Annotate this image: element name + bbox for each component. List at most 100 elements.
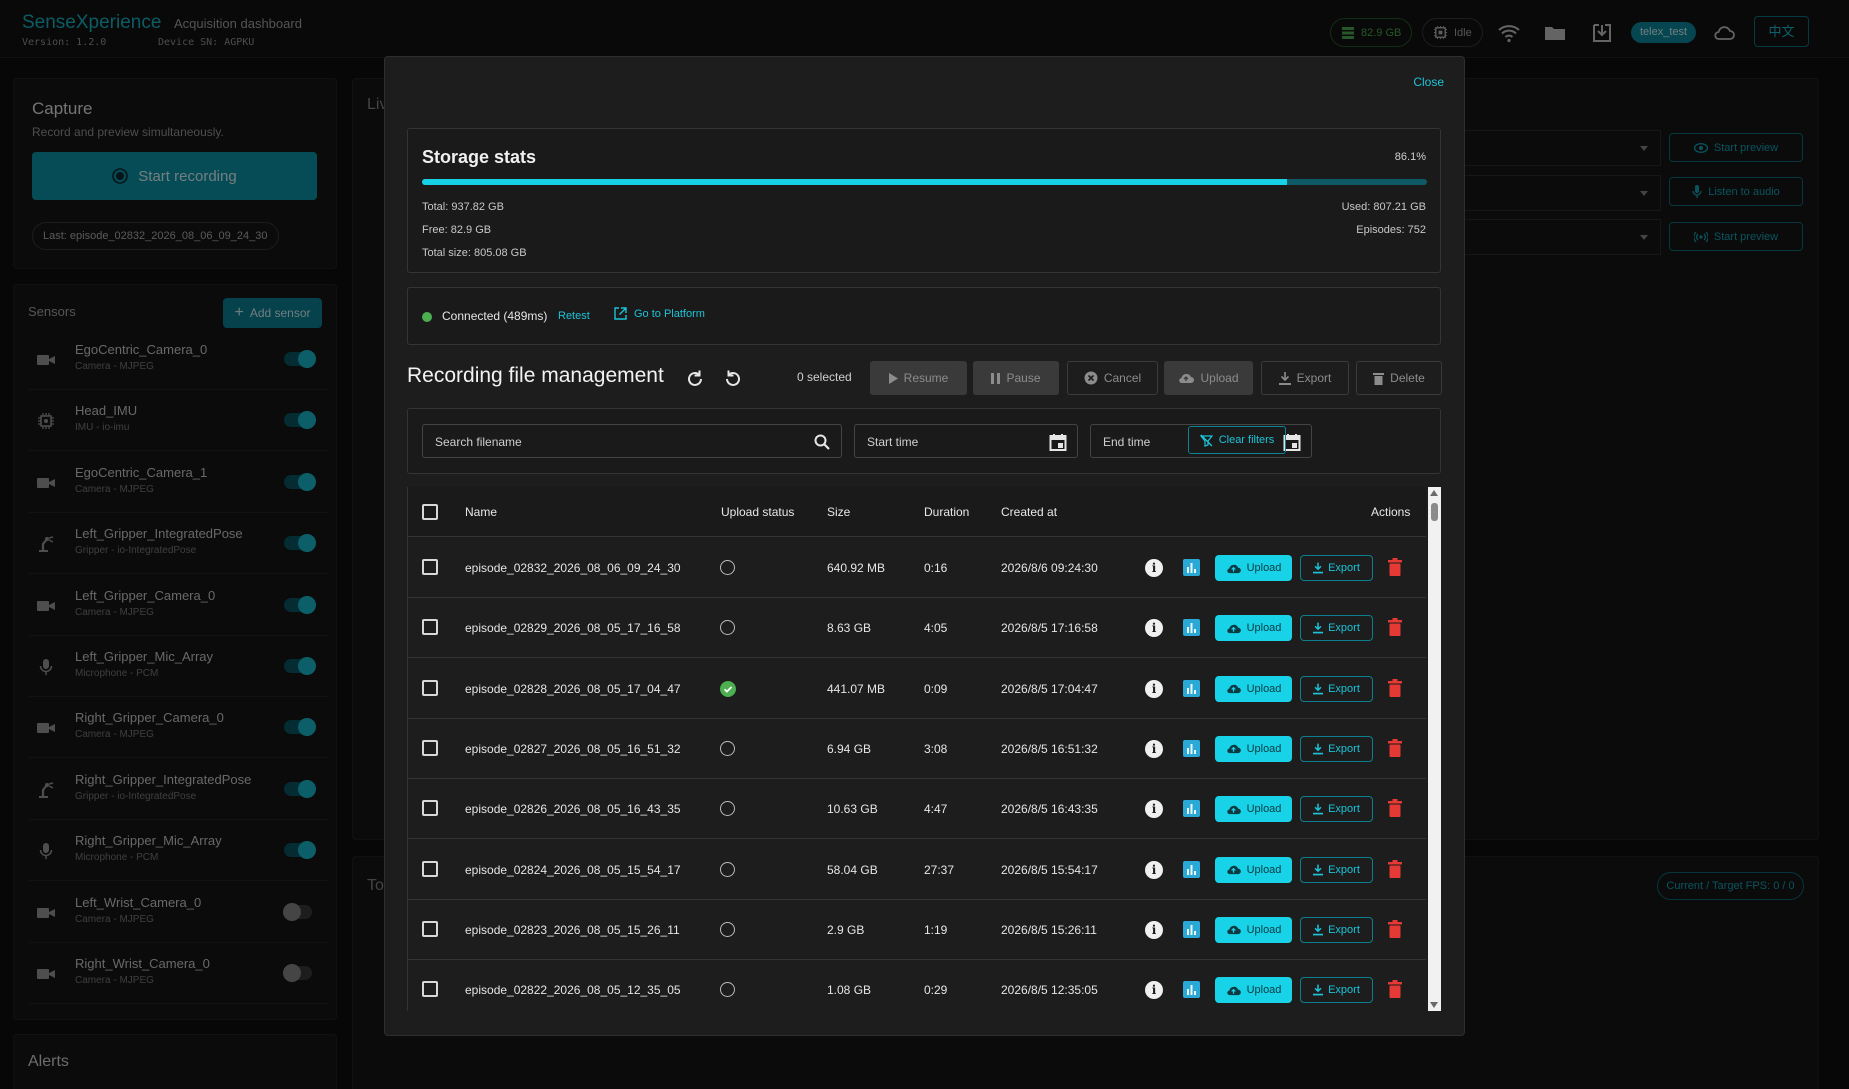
header-name[interactable]: Name bbox=[465, 505, 497, 519]
row-checkbox[interactable] bbox=[422, 619, 438, 636]
row-checkbox[interactable] bbox=[422, 800, 438, 817]
row-upload-button[interactable]: Upload bbox=[1215, 675, 1292, 702]
row-delete-icon[interactable] bbox=[1388, 980, 1402, 999]
table-row[interactable]: episode_02829_2026_08_05_17_16_58 8.63 GB… bbox=[408, 598, 1426, 659]
start-time-input[interactable]: Start time bbox=[854, 424, 1078, 458]
row-export-button[interactable]: Export bbox=[1300, 916, 1373, 943]
table-row[interactable]: episode_02822_2026_08_05_12_35_05 1.08 GB… bbox=[408, 960, 1426, 1011]
row-export-button[interactable]: Export bbox=[1300, 856, 1373, 883]
row-delete-icon[interactable] bbox=[1388, 618, 1402, 637]
info-icon[interactable]: i bbox=[1145, 559, 1163, 577]
row-size: 2.9 GB bbox=[827, 922, 865, 937]
row-delete-icon[interactable] bbox=[1388, 919, 1402, 938]
row-checkbox[interactable] bbox=[422, 679, 438, 696]
row-upload-label: Upload bbox=[1246, 622, 1282, 635]
table-row[interactable]: episode_02828_2026_08_05_17_04_47 441.07 … bbox=[408, 658, 1426, 719]
refresh-icon[interactable] bbox=[684, 368, 706, 390]
chart-icon[interactable] bbox=[1183, 981, 1200, 999]
cloud-upload-icon bbox=[1179, 373, 1195, 384]
retest-link[interactable]: Retest bbox=[558, 310, 590, 322]
table-row[interactable]: episode_02826_2026_08_05_16_43_35 10.63 G… bbox=[408, 779, 1426, 840]
row-checkbox[interactable] bbox=[422, 860, 438, 877]
row-export-button[interactable]: Export bbox=[1300, 615, 1373, 642]
header-duration[interactable]: Duration bbox=[924, 505, 969, 519]
chart-icon[interactable] bbox=[1183, 860, 1200, 878]
table-row[interactable]: episode_02832_2026_08_06_09_24_30 640.92 … bbox=[408, 538, 1426, 598]
info-icon[interactable]: i bbox=[1145, 619, 1163, 638]
row-export-button[interactable]: Export bbox=[1300, 735, 1373, 762]
export-all-button[interactable]: Export bbox=[1261, 361, 1349, 395]
row-upload-button[interactable]: Upload bbox=[1215, 856, 1292, 883]
row-export-button[interactable]: Export bbox=[1300, 796, 1373, 823]
row-upload-button[interactable]: Upload bbox=[1215, 977, 1292, 1004]
row-upload-button[interactable]: Upload bbox=[1215, 916, 1292, 943]
storage-total-size: Total size: 805.08 GB bbox=[422, 247, 527, 259]
row-size: 6.94 GB bbox=[827, 741, 872, 756]
row-export-label: Export bbox=[1328, 622, 1360, 635]
header-upload-status: Upload status bbox=[721, 505, 795, 519]
row-upload-button[interactable]: Upload bbox=[1215, 615, 1292, 642]
pause-label: Pause bbox=[1006, 371, 1041, 385]
row-upload-label: Upload bbox=[1246, 803, 1282, 816]
reset-icon[interactable] bbox=[722, 368, 744, 390]
row-delete-icon[interactable] bbox=[1388, 678, 1402, 697]
row-delete-icon[interactable] bbox=[1388, 738, 1402, 757]
header-created[interactable]: Created at bbox=[1001, 505, 1057, 519]
table-row[interactable]: episode_02824_2026_08_05_15_54_17 58.04 G… bbox=[408, 839, 1426, 900]
row-export-button[interactable]: Export bbox=[1300, 555, 1373, 581]
info-icon[interactable]: i bbox=[1145, 739, 1163, 758]
table-row[interactable]: episode_02823_2026_08_05_15_26_11 2.9 GB 1… bbox=[408, 899, 1426, 960]
pause-button[interactable]: Pause bbox=[973, 361, 1059, 395]
resume-button[interactable]: Resume bbox=[870, 361, 967, 395]
chart-icon[interactable] bbox=[1183, 559, 1200, 576]
not-uploaded-icon bbox=[720, 560, 735, 575]
info-icon[interactable]: i bbox=[1145, 920, 1163, 939]
info-icon[interactable]: i bbox=[1145, 679, 1163, 698]
chart-icon[interactable] bbox=[1183, 619, 1200, 637]
chart-icon[interactable] bbox=[1183, 679, 1200, 697]
row-upload-button[interactable]: Upload bbox=[1215, 796, 1292, 823]
search-icon bbox=[812, 432, 832, 452]
table-row[interactable]: episode_02827_2026_08_05_16_51_32 6.94 GB… bbox=[408, 718, 1426, 779]
go-to-platform-link[interactable]: Go to Platform bbox=[614, 307, 705, 320]
chart-icon[interactable] bbox=[1183, 920, 1200, 938]
row-duration: 0:29 bbox=[924, 983, 948, 998]
scroll-up-icon[interactable] bbox=[1430, 490, 1438, 496]
row-export-button[interactable]: Export bbox=[1300, 675, 1373, 702]
not-uploaded-icon bbox=[720, 861, 735, 877]
row-delete-icon[interactable] bbox=[1388, 558, 1402, 576]
download-icon bbox=[1313, 622, 1324, 634]
scroll-thumb[interactable] bbox=[1431, 503, 1438, 521]
info-icon[interactable]: i bbox=[1145, 860, 1163, 879]
row-checkbox[interactable] bbox=[422, 739, 438, 756]
table-scrollbar[interactable] bbox=[1428, 487, 1441, 1011]
chart-icon[interactable] bbox=[1183, 800, 1200, 818]
chart-icon[interactable] bbox=[1183, 739, 1200, 757]
row-created: 2026/8/6 09:24:30 bbox=[1001, 561, 1098, 575]
row-created: 2026/8/5 15:26:11 bbox=[1001, 922, 1097, 937]
row-delete-icon[interactable] bbox=[1388, 859, 1402, 878]
row-upload-button[interactable]: Upload bbox=[1215, 555, 1292, 581]
row-checkbox[interactable] bbox=[422, 559, 438, 575]
filter-off-icon bbox=[1199, 434, 1213, 447]
header-size[interactable]: Size bbox=[827, 505, 850, 519]
info-icon[interactable]: i bbox=[1145, 981, 1163, 1000]
info-icon[interactable]: i bbox=[1145, 800, 1163, 819]
search-filename-input[interactable]: Search filename bbox=[422, 424, 842, 458]
row-delete-icon[interactable] bbox=[1388, 799, 1402, 818]
row-checkbox[interactable] bbox=[422, 981, 438, 998]
cancel-button[interactable]: Cancel bbox=[1067, 361, 1158, 395]
row-export-label: Export bbox=[1328, 984, 1360, 997]
row-checkbox[interactable] bbox=[422, 920, 438, 937]
close-button[interactable]: Close bbox=[1413, 75, 1444, 89]
cloud-upload-icon bbox=[1226, 926, 1241, 935]
row-export-button[interactable]: Export bbox=[1300, 977, 1373, 1004]
row-upload-button[interactable]: Upload bbox=[1215, 735, 1292, 762]
storage-progress-bar bbox=[422, 179, 1427, 185]
pause-icon bbox=[991, 372, 1001, 384]
clear-filters-button[interactable]: Clear filters bbox=[1188, 426, 1286, 454]
upload-all-button[interactable]: Upload bbox=[1164, 361, 1253, 395]
select-all-checkbox[interactable] bbox=[422, 504, 438, 520]
scroll-down-icon[interactable] bbox=[1430, 1002, 1438, 1008]
delete-all-button[interactable]: Delete bbox=[1356, 361, 1442, 395]
